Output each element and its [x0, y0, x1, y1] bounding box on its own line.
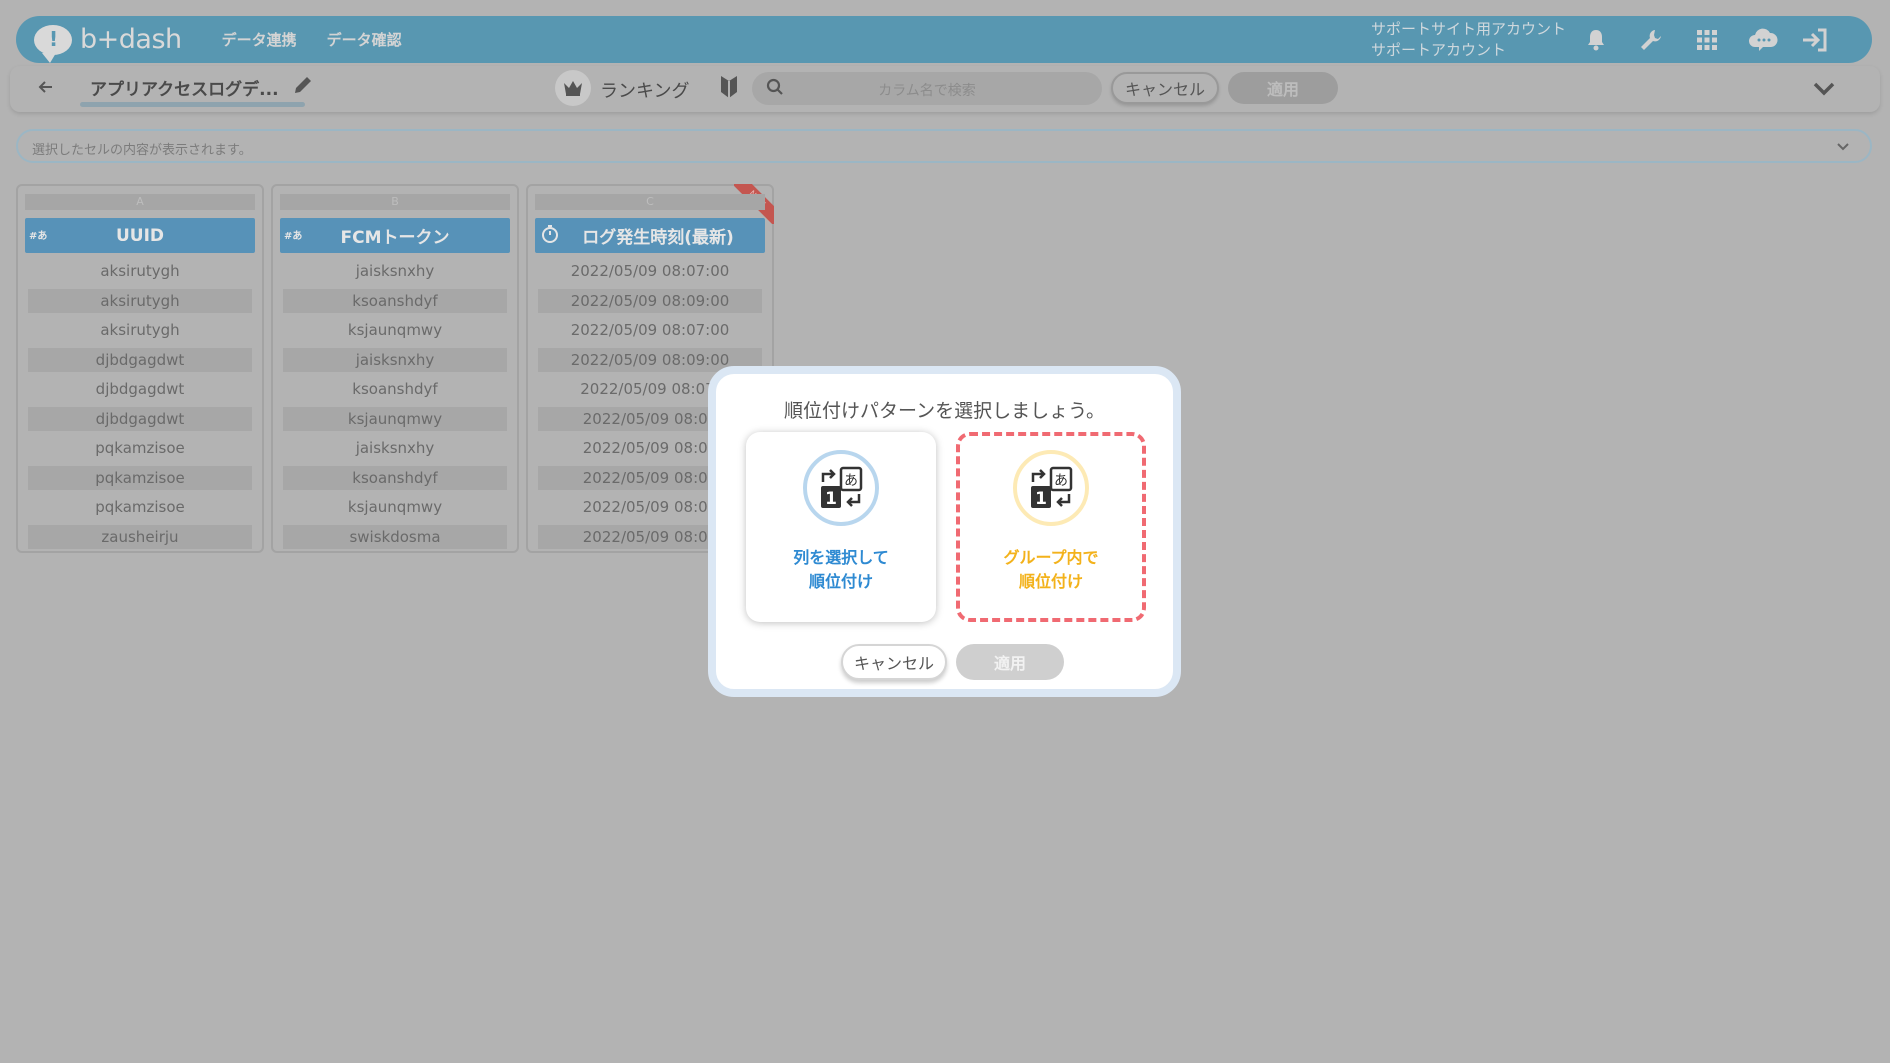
table-cell[interactable]: ksoanshdyf — [283, 466, 507, 491]
string-type-icon: #あ — [284, 231, 303, 242]
pencil-icon[interactable] — [292, 74, 318, 100]
rank-number-icon: 1 あ — [1013, 450, 1089, 526]
nav-data-check[interactable]: データ確認 — [327, 29, 402, 50]
table-cell[interactable]: jaisksnxhy — [283, 257, 507, 287]
title-underline — [80, 102, 305, 107]
table-cell[interactable]: djbdgagdwt — [28, 407, 252, 432]
sheet-title[interactable]: アプリアクセスログデ... — [80, 75, 305, 107]
dialog-apply-button[interactable]: 適用 — [956, 644, 1064, 680]
sheet-toolbar: アプリアクセスログデ... ランキング カラム名で検索 キャンセル 適用 — [10, 66, 1880, 112]
sheet-title-text: アプリアクセスログデ... — [90, 80, 279, 100]
timer-icon — [541, 225, 561, 245]
beginner-mark-icon[interactable] — [718, 74, 744, 102]
column-name: ログ発生時刻(最新) — [582, 228, 734, 248]
column-header-fcm-token[interactable]: #あ FCMトークン — [280, 218, 510, 253]
table-cell[interactable]: aksirutygh — [28, 257, 252, 287]
table-cell[interactable]: jaisksnxhy — [283, 434, 507, 464]
logout-icon[interactable] — [1800, 25, 1830, 55]
column-letter: A — [25, 194, 255, 210]
toolbar-cancel-button[interactable]: キャンセル — [1111, 72, 1219, 104]
svg-text:1: 1 — [1035, 489, 1047, 509]
cell-content-text: 選択したセルの内容が表示されます。 — [32, 143, 252, 158]
table-cell[interactable]: aksirutygh — [28, 289, 252, 314]
option-label: 列を選択して 順位付け — [746, 546, 936, 594]
column-name: FCMトークン — [340, 228, 450, 248]
table-cell[interactable]: swiskdosma — [283, 525, 507, 550]
table-cell[interactable]: pqkamzisoe — [28, 493, 252, 523]
svg-text:あ: あ — [1054, 473, 1068, 489]
column-cells: jaisksnxhy ksoanshdyf ksjaunqmwy jaisksn… — [283, 257, 507, 552]
table-cell[interactable]: djbdgagdwt — [28, 348, 252, 373]
table-cell[interactable]: ksjaunqmwy — [283, 407, 507, 432]
svg-text:1: 1 — [825, 489, 837, 509]
option-label-line-2: 順位付け — [808, 572, 873, 591]
column-cells: aksirutygh aksirutygh aksirutygh djbdgag… — [28, 257, 252, 552]
table-cell[interactable]: aksirutygh — [28, 316, 252, 346]
table-cell[interactable]: 2022/05/09 08:07:00 — [538, 316, 762, 346]
back-arrow-icon[interactable] — [38, 76, 54, 100]
column-name: UUID — [115, 225, 165, 246]
string-type-icon: #あ — [29, 231, 48, 242]
ranking-pattern-dialog: 順位付けパターンを選択しましょう。 1 あ 列を選択して 順位付け 1 あ グル… — [708, 366, 1181, 697]
column-header-uuid[interactable]: #あ UUID — [25, 218, 255, 253]
option-label-line-1: 列を選択して — [793, 548, 889, 567]
option-label-line-1: グループ内で — [1003, 548, 1099, 567]
table-cell[interactable]: jaisksnxhy — [283, 348, 507, 373]
column-letter: C — [535, 194, 765, 210]
grid-icon[interactable] — [1692, 25, 1722, 55]
dialog-title: 順位付けパターンを選択しましょう。 — [784, 400, 1105, 422]
bell-icon[interactable] — [1581, 25, 1611, 55]
chevron-down-icon[interactable] — [1836, 139, 1852, 155]
search-placeholder: カラム名で検索 — [878, 83, 976, 99]
chevron-down-icon[interactable] — [1812, 76, 1840, 104]
top-header: ! b+dash データ連携 データ確認 サポートサイト用アカウント サポートア… — [16, 16, 1872, 63]
nav-data-integration[interactable]: データ連携 — [222, 29, 297, 50]
table-cell[interactable]: ksoanshdyf — [283, 375, 507, 405]
option-label-line-2: 順位付け — [1018, 572, 1083, 591]
toolbar-apply-button[interactable]: 適用 — [1228, 72, 1338, 104]
table-cell[interactable]: 2022/05/09 08:07:00 — [538, 257, 762, 287]
b-dash-logo[interactable]: ! b+dash — [34, 24, 182, 63]
cell-content-bar[interactable]: 選択したセルの内容が表示されます。 — [16, 129, 1872, 163]
account-line-2: サポートアカウント — [1371, 41, 1507, 59]
column-search-input[interactable]: カラム名で検索 — [752, 72, 1102, 105]
column-header-log-time[interactable]: ログ発生時刻(最新) — [535, 218, 765, 253]
svg-text:あ: あ — [844, 473, 858, 489]
table-cell[interactable]: zausheirju — [28, 525, 252, 550]
table-cell[interactable]: pqkamzisoe — [28, 466, 252, 491]
column-b[interactable]: B #あ FCMトークン jaisksnxhy ksoanshdyf ksjau… — [271, 184, 519, 553]
column-a[interactable]: A #あ UUID aksirutygh aksirutygh aksiruty… — [16, 184, 264, 553]
table-cell[interactable]: 2022/05/09 08:09:00 — [538, 289, 762, 314]
table-cell[interactable]: ksoanshdyf — [283, 289, 507, 314]
logo-bubble-icon: ! — [34, 24, 72, 63]
column-letter: B — [280, 194, 510, 210]
table-cell[interactable]: djbdgagdwt — [28, 375, 252, 405]
logo-text: b+dash — [80, 24, 182, 55]
ranking-label: ランキング — [600, 81, 690, 102]
dialog-cancel-button[interactable]: キャンセル — [841, 644, 947, 680]
option-label: グループ内で 順位付け — [960, 546, 1142, 594]
option-rank-within-group[interactable]: 1 あ グループ内で 順位付け — [956, 432, 1146, 622]
cloud-chat-icon[interactable] — [1745, 25, 1781, 55]
crown-icon — [555, 70, 591, 106]
rank-number-icon: 1 あ — [803, 450, 879, 526]
table-cell[interactable]: ksjaunqmwy — [283, 316, 507, 346]
account-line-1: サポートサイト用アカウント — [1371, 20, 1567, 38]
table-cell[interactable]: ksjaunqmwy — [283, 493, 507, 523]
account-info[interactable]: サポートサイト用アカウント サポートアカウント — [1371, 19, 1566, 61]
option-rank-by-column[interactable]: 1 あ 列を選択して 順位付け — [746, 432, 936, 622]
wrench-icon[interactable] — [1636, 25, 1666, 55]
table-cell[interactable]: pqkamzisoe — [28, 434, 252, 464]
